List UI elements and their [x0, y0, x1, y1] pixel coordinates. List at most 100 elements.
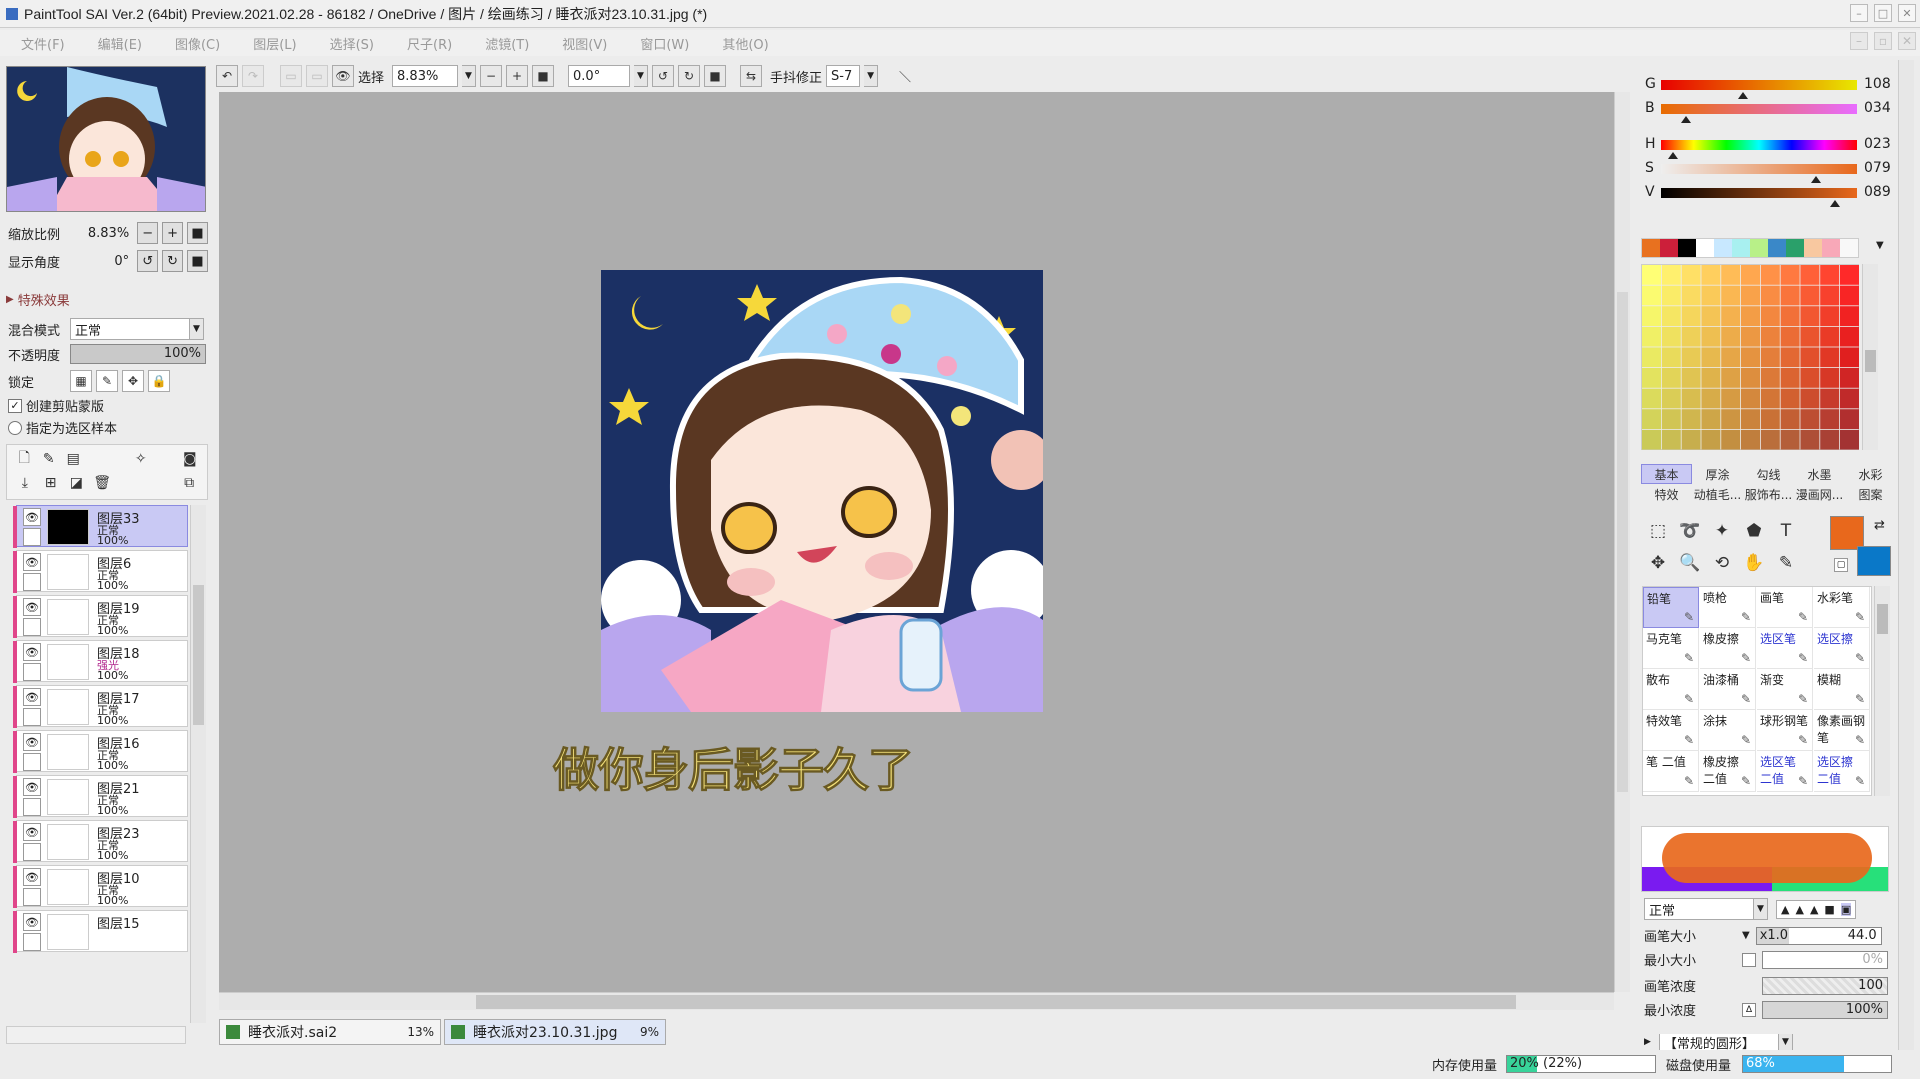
- deselect-button[interactable]: ▭: [280, 65, 302, 87]
- layer-lock-checkbox[interactable]: [23, 708, 41, 726]
- eye-icon[interactable]: 👁: [23, 688, 41, 706]
- palette-cell[interactable]: [1661, 306, 1681, 326]
- transfer-down-icon[interactable]: ⤓: [15, 473, 35, 493]
- palette-cell[interactable]: [1760, 326, 1780, 347]
- menu-item[interactable]: 图像(C): [175, 34, 220, 53]
- layer-list-scrollbar[interactable]: [190, 505, 206, 1023]
- palette-cell[interactable]: [1760, 429, 1780, 450]
- palette-cell[interactable]: [1661, 429, 1681, 450]
- doc-close-button[interactable]: ✕: [1898, 32, 1916, 50]
- palette-cell[interactable]: [1661, 409, 1681, 429]
- brush-tab[interactable]: 勾线: [1743, 464, 1794, 484]
- brush-slot[interactable]: 画笔 ✎: [1757, 587, 1813, 628]
- palette-cell[interactable]: [1780, 265, 1800, 285]
- layer-lock-checkbox[interactable]: [23, 888, 41, 906]
- layer-lock-checkbox[interactable]: [23, 618, 41, 636]
- palette-cell[interactable]: [1661, 285, 1681, 306]
- blend-mode-select[interactable]: 正常: [70, 318, 190, 340]
- palette-cell[interactable]: [1741, 306, 1760, 326]
- navigator-thumbnail[interactable]: [6, 66, 206, 212]
- palette-cell[interactable]: [1800, 409, 1820, 429]
- palette-cell[interactable]: [1800, 347, 1820, 368]
- palette-cell[interactable]: [1721, 347, 1741, 368]
- lock-all-icon[interactable]: 🔒: [148, 370, 170, 392]
- canvas-vscroll[interactable]: [1614, 92, 1630, 992]
- eye-icon[interactable]: 👁: [23, 913, 41, 931]
- layer-row[interactable]: 👁 图层33 正常 100%: [13, 505, 188, 548]
- text-icon[interactable]: T: [1773, 518, 1799, 544]
- palette-cell[interactable]: [1661, 347, 1681, 368]
- brush-slot[interactable]: 喷枪 ✎: [1700, 587, 1756, 628]
- brush-grid-scrollbar[interactable]: [1874, 586, 1890, 796]
- rotate-right-button[interactable]: ↻: [678, 65, 701, 87]
- palette-cell[interactable]: [1780, 306, 1800, 326]
- palette-cell[interactable]: [1760, 409, 1780, 429]
- palette-cell[interactable]: [1760, 347, 1780, 368]
- palette-cell[interactable]: [1661, 388, 1681, 409]
- palette-cell[interactable]: [1701, 409, 1721, 429]
- palette-cell[interactable]: [1741, 285, 1760, 306]
- palette-cell[interactable]: [1800, 326, 1820, 347]
- palette-cell[interactable]: [1741, 368, 1760, 388]
- palette-cell[interactable]: [1840, 285, 1859, 306]
- palette-cell[interactable]: [1701, 326, 1721, 347]
- zoom-dropdown[interactable]: ▼: [462, 65, 477, 87]
- palette-cell[interactable]: [1741, 326, 1760, 347]
- menu-item[interactable]: 选择(S): [330, 34, 374, 53]
- palette-cell[interactable]: [1800, 429, 1820, 450]
- palette-cell[interactable]: [1721, 368, 1741, 388]
- min-size-checkbox[interactable]: [1742, 952, 1756, 967]
- palette-cell[interactable]: [1760, 285, 1780, 306]
- palette-cell[interactable]: [1701, 429, 1721, 450]
- palette-cell[interactable]: [1840, 265, 1859, 285]
- zoom-icon[interactable]: 🔍: [1677, 550, 1703, 576]
- zoom-reset-button[interactable]: ■: [532, 65, 555, 87]
- palette-cell[interactable]: [1800, 388, 1820, 409]
- palette-cell[interactable]: [1681, 306, 1701, 326]
- palette-cell[interactable]: [1800, 285, 1820, 306]
- fill-shape-icon[interactable]: ⬟: [1741, 518, 1767, 544]
- layer-row[interactable]: 👁 图层16 正常 100%: [13, 730, 188, 773]
- rotate-reset-button[interactable]: ■: [704, 65, 727, 87]
- brush-mode-select[interactable]: 正常: [1644, 898, 1754, 920]
- palette-cell[interactable]: [1642, 265, 1661, 285]
- lasso-icon[interactable]: ➰: [1677, 518, 1703, 544]
- layer-lock-checkbox[interactable]: [23, 843, 41, 861]
- document-tab[interactable]: 睡衣派对.sai2 13%: [219, 1019, 441, 1045]
- menu-item[interactable]: 视图(V): [562, 34, 607, 53]
- palette-cell[interactable]: [1820, 409, 1840, 429]
- palette-cell[interactable]: [1780, 326, 1800, 347]
- color-slider-v[interactable]: [1661, 188, 1857, 198]
- color-slider-value[interactable]: 023: [1864, 136, 1891, 152]
- effects-header[interactable]: ▶ 特殊效果: [6, 290, 70, 309]
- close-button[interactable]: ✕: [1898, 4, 1916, 22]
- brush-slot[interactable]: 油漆桶 ✎: [1700, 669, 1756, 710]
- eye-icon[interactable]: 👁: [23, 778, 41, 796]
- palette-cell[interactable]: [1741, 265, 1760, 285]
- palette-cell[interactable]: [1721, 306, 1741, 326]
- min-density-pressure-icon[interactable]: ∆: [1742, 1002, 1756, 1017]
- palette-cell[interactable]: [1840, 306, 1859, 326]
- nav-zoom-reset-button[interactable]: ■: [187, 222, 208, 244]
- brush-slot[interactable]: 球形钢笔 ✎: [1757, 710, 1813, 751]
- color-slider-value[interactable]: 079: [1864, 160, 1891, 176]
- color-slider-handle[interactable]: [1681, 116, 1692, 123]
- layer-row[interactable]: 👁 图层23 正常 100%: [13, 820, 188, 863]
- color-swatch[interactable]: [1678, 239, 1696, 257]
- stabilizer-field[interactable]: S-7: [826, 65, 861, 87]
- nav-zoom-in-button[interactable]: +: [162, 222, 184, 244]
- palette-cell[interactable]: [1780, 347, 1800, 368]
- palette-cell[interactable]: [1642, 388, 1661, 409]
- angle-field[interactable]: 0.0°: [568, 65, 631, 87]
- palette-cell[interactable]: [1820, 285, 1840, 306]
- palette-cell[interactable]: [1721, 326, 1741, 347]
- brush-slot[interactable]: 模糊 ✎: [1814, 669, 1870, 710]
- lock-move-icon[interactable]: ✥: [122, 370, 144, 392]
- swatch-dropdown-icon[interactable]: ▼: [1876, 240, 1884, 251]
- palette-cell[interactable]: [1840, 388, 1859, 409]
- palette-cell[interactable]: [1681, 429, 1701, 450]
- brush-tab[interactable]: 水彩: [1845, 464, 1896, 484]
- palette-cell[interactable]: [1820, 429, 1840, 450]
- palette-cell[interactable]: [1642, 306, 1661, 326]
- brush-tab[interactable]: 厚涂: [1692, 464, 1743, 484]
